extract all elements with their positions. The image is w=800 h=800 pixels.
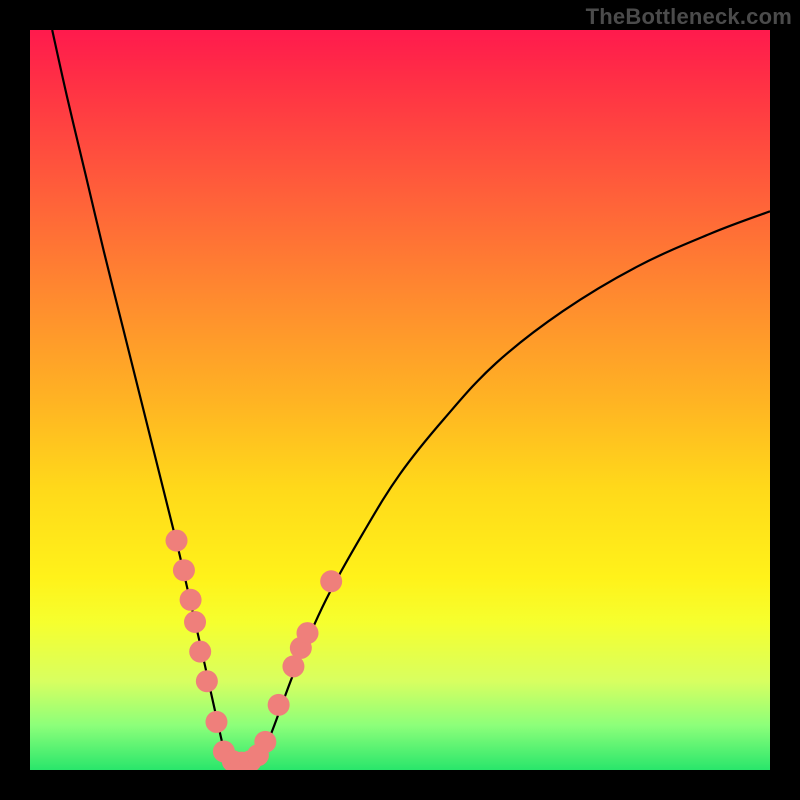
marker-dot [268,694,290,716]
marker-dot [180,589,202,611]
marker-dot [184,611,206,633]
marker-dot [166,530,188,552]
marker-dot [189,641,211,663]
chart-svg [30,30,770,770]
marker-dot [173,559,195,581]
chart-frame: TheBottleneck.com [0,0,800,800]
bottleneck-curve [52,30,770,768]
marker-dot [297,622,319,644]
marker-dot [254,731,276,753]
marker-dot [320,570,342,592]
marker-dot [196,670,218,692]
marker-dot [205,711,227,733]
plot-background [30,30,770,770]
watermark-text: TheBottleneck.com [586,4,792,30]
marker-layer [166,530,343,770]
